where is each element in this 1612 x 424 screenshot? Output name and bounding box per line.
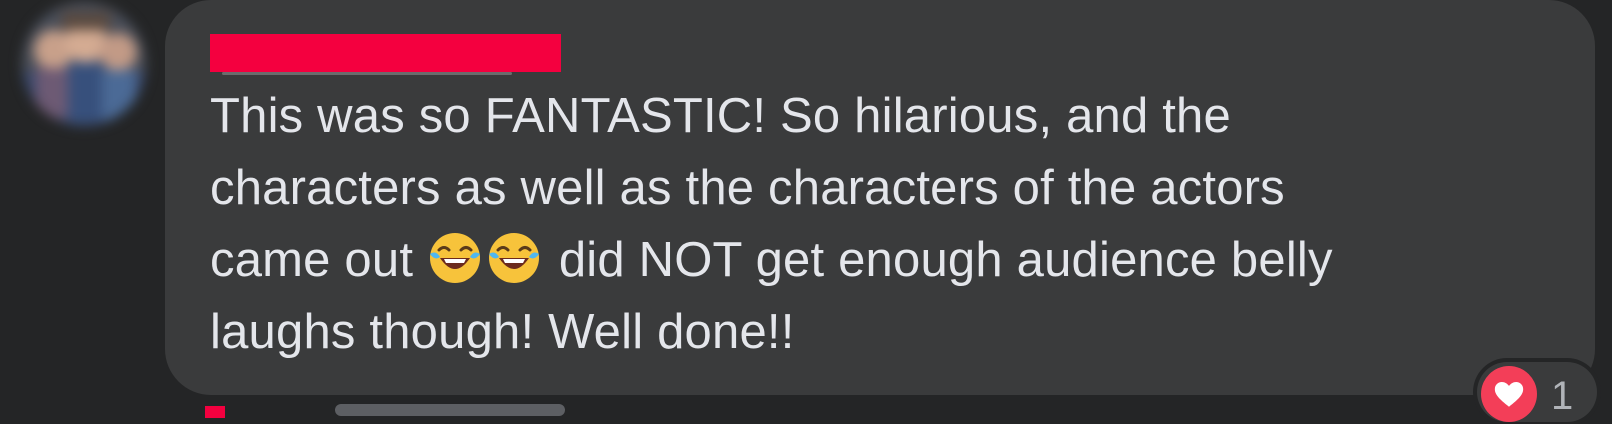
comment-line-2: characters as well as the characters of … [210,161,1285,215]
comment-actions-row [205,404,625,424]
reply-link-cropped[interactable] [335,404,565,416]
comment-line-3-rest: did NOT get enough audience belly [558,233,1333,287]
face-with-tears-of-joy-icon [486,230,542,286]
author-name-redacted[interactable] [210,34,561,75]
comment-text: This was so FANTASTIC! So hilarious, and… [210,80,1550,368]
reaction-summary[interactable]: 1 [1477,362,1597,422]
redacted-timestamp [205,406,225,418]
comment-line-3-prefix: came out [210,233,414,287]
comment-line-3: came out did NOT get enough audience bel… [210,224,1550,296]
avatar-image [22,2,146,126]
comment-line-4: laughs though! Well done!! [210,305,795,359]
face-with-tears-of-joy-icon [427,230,483,286]
heart-icon [1481,366,1537,422]
avatar[interactable] [22,2,146,126]
comment-line-1: This was so FANTASTIC! So hilarious, and… [210,89,1231,143]
comment-bubble: This was so FANTASTIC! So hilarious, and… [165,0,1595,395]
